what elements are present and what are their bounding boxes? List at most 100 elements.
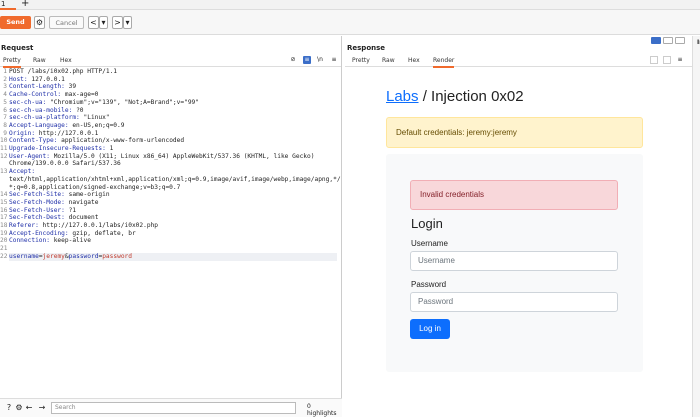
menu-icon[interactable]: ≡ bbox=[676, 56, 684, 64]
header-value: http://127.0.0.1/labs/i0x02.php bbox=[38, 222, 159, 229]
header-value: *;q=0.8,application/signed-exchange;v=b3… bbox=[9, 183, 181, 191]
line-number: 10 bbox=[0, 137, 8, 145]
labs-link[interactable]: Labs bbox=[386, 88, 419, 105]
header-key: Sec-Fetch-Mode: bbox=[9, 198, 65, 206]
add-tab-button[interactable]: + bbox=[21, 0, 29, 9]
line-number: 16 bbox=[0, 206, 8, 214]
send-button[interactable]: Send bbox=[0, 16, 31, 29]
password-label: Password bbox=[411, 280, 447, 289]
wrap-icon[interactable]: ≡ bbox=[303, 56, 311, 64]
search-input[interactable]: Search bbox=[51, 402, 296, 414]
header-value: max-age=0 bbox=[61, 91, 99, 99]
help-icon[interactable]: ? bbox=[4, 403, 14, 413]
request-bottom-bar: ? ⚙ ← → Search 0 highlights bbox=[0, 398, 342, 417]
newline-icon[interactable]: \n bbox=[316, 56, 324, 64]
code-line: Chrome/139.0.0.0 Safari/537.36 bbox=[9, 160, 121, 168]
code-line: Upgrade-Insecure-Requests: 1 bbox=[9, 145, 113, 153]
username-label: Username bbox=[411, 239, 448, 248]
password-input[interactable]: Password bbox=[410, 292, 618, 312]
header-value: same-origin bbox=[64, 191, 110, 199]
tab-pretty[interactable]: Pretty bbox=[352, 56, 370, 66]
forward-icon[interactable]: > bbox=[112, 16, 123, 29]
forward-dropdown-icon[interactable]: ▾ bbox=[123, 16, 132, 29]
code-line: sec-ch-ua: "Chromium";v="139", "Not;A=Br… bbox=[9, 99, 199, 107]
header-value: http://127.0.0.1 bbox=[35, 129, 99, 137]
header-value: POST /labs/i0x02.php HTTP/1.1 bbox=[9, 68, 118, 75]
header-value: "Linux" bbox=[79, 114, 110, 122]
line-number: 8 bbox=[3, 121, 7, 129]
back-icon[interactable]: < bbox=[88, 16, 99, 29]
tab-raw[interactable]: Raw bbox=[33, 56, 46, 66]
code-line: Content-Type: application/x-www-form-url… bbox=[9, 137, 184, 145]
gear-icon[interactable]: ⚙ bbox=[34, 16, 45, 29]
toolbar: Send ⚙ Cancel < ▾ > ▾ bbox=[0, 10, 700, 35]
default-credentials-alert: Default credentials: jeremy:jeremy bbox=[386, 117, 643, 148]
back-dropdown-icon[interactable]: ▾ bbox=[99, 16, 108, 29]
tab-render[interactable]: Render bbox=[433, 56, 455, 68]
request-title: Request bbox=[1, 44, 34, 52]
line-number: 15 bbox=[0, 198, 8, 206]
body-token: username bbox=[9, 252, 39, 260]
body-token: jeremy bbox=[42, 252, 65, 260]
header-value: 127.0.0.1 bbox=[27, 75, 65, 83]
header-key: sec-ch-ua-platform: bbox=[9, 114, 80, 122]
line-number: 17 bbox=[0, 214, 8, 222]
body-token: password bbox=[68, 252, 99, 260]
line-number: 6 bbox=[3, 106, 7, 114]
code-line: Sec-Fetch-Mode: navigate bbox=[9, 199, 98, 207]
tab-pretty[interactable]: Pretty bbox=[3, 56, 21, 68]
username-input[interactable]: Username bbox=[410, 251, 618, 271]
code-line: sec-ch-ua-platform: "Linux" bbox=[9, 114, 110, 122]
settings-icon[interactable]: ⚙ bbox=[14, 403, 24, 413]
header-value: Chrome/139.0.0.0 Safari/537.36 bbox=[9, 160, 121, 168]
tab-hex[interactable]: Hex bbox=[60, 56, 72, 66]
split-view-icon[interactable] bbox=[651, 37, 661, 44]
header-key: Upgrade-Insecure-Requests: bbox=[9, 145, 106, 152]
header-key: Content-Type: bbox=[9, 137, 58, 145]
header-key: Sec-Fetch-User: bbox=[9, 206, 65, 214]
body-token: password bbox=[102, 252, 132, 260]
header-value: gzip, deflate, br bbox=[68, 229, 136, 237]
header-value: 39 bbox=[64, 83, 77, 91]
code-line: Accept: bbox=[9, 168, 35, 176]
line-number: 18 bbox=[0, 222, 8, 229]
menu-icon[interactable]: ≡ bbox=[330, 56, 338, 64]
header-key: Accept-Encoding: bbox=[9, 229, 69, 237]
header-key: Content-Length: bbox=[9, 83, 65, 91]
horizontal-view-icon[interactable] bbox=[663, 37, 673, 44]
header-key: sec-ch-ua-mobile: bbox=[9, 106, 73, 114]
line-number: 1 bbox=[3, 68, 7, 75]
header-key: Origin: bbox=[9, 129, 36, 137]
response-subtabs: Pretty Raw Hex Render ≡ bbox=[345, 55, 692, 68]
line-number: 21 bbox=[0, 245, 8, 253]
line-number: 19 bbox=[0, 229, 8, 237]
response-title: Response bbox=[347, 44, 386, 52]
login-button[interactable]: Log in bbox=[410, 319, 450, 339]
prev-icon[interactable]: ← bbox=[24, 403, 34, 413]
header-key: Cache-Control: bbox=[9, 91, 62, 99]
newline-icon[interactable] bbox=[663, 56, 671, 64]
request-pane: Request Pretty Raw Hex ⊘ ≡ \n ≡ 1 POST /l… bbox=[0, 36, 342, 417]
cancel-button[interactable]: Cancel bbox=[49, 16, 84, 29]
login-card: Invalid credentials Login Username Usern… bbox=[386, 154, 643, 372]
code-line: Connection: keep-alive bbox=[9, 237, 91, 245]
tab-strip: 1 + bbox=[0, 0, 700, 10]
line-number: 7 bbox=[3, 114, 7, 122]
single-view-icon[interactable] bbox=[675, 37, 685, 44]
code-line: Origin: http://127.0.0.1 bbox=[9, 130, 98, 138]
code-line: Accept-Language: en-US,en;q=0.9 bbox=[9, 122, 125, 130]
code-line: *;q=0.8,application/signed-exchange;v=b3… bbox=[9, 184, 180, 192]
wrap-icon[interactable] bbox=[650, 56, 658, 64]
header-key: Sec-Fetch-Dest: bbox=[9, 214, 65, 222]
line-number: 20 bbox=[0, 237, 8, 245]
tab-raw[interactable]: Raw bbox=[382, 56, 395, 66]
header-value: "Chromium";v="139", "Not;A=Brand";v="99" bbox=[46, 98, 199, 106]
tab-1[interactable]: 1 bbox=[0, 0, 16, 10]
response-pane: Response Pretty Raw Hex Render ≡ Labs / … bbox=[345, 36, 692, 417]
next-icon[interactable]: → bbox=[37, 403, 47, 413]
line-number: 13 bbox=[0, 168, 8, 176]
tab-hex[interactable]: Hex bbox=[408, 56, 420, 66]
header-value: text/html,application/xhtml+xml,applicat… bbox=[9, 175, 341, 183]
hide-icon[interactable]: ⊘ bbox=[289, 56, 297, 64]
code-line: sec-ch-ua-mobile: ?0 bbox=[9, 107, 84, 115]
